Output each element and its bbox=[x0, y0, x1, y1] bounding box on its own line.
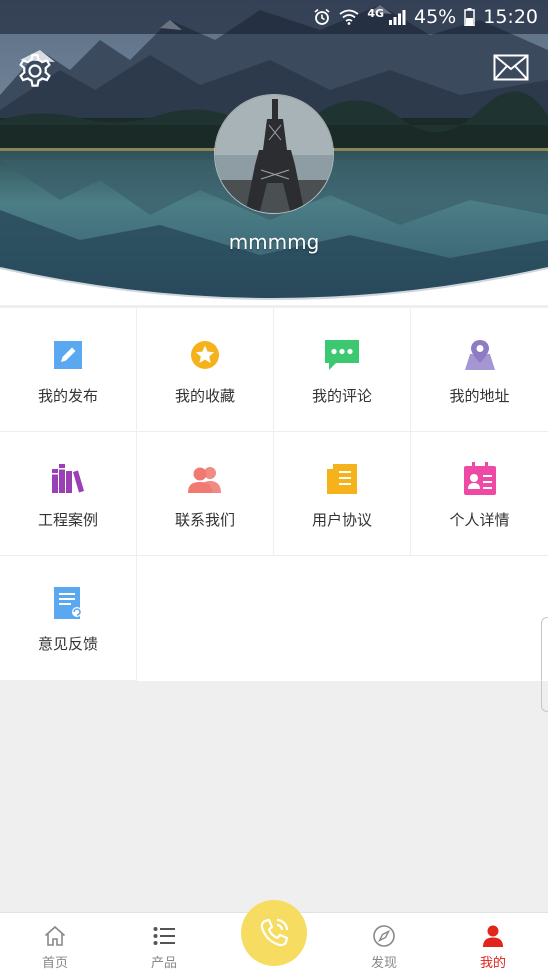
menu-item-label: 工程案例 bbox=[37, 511, 98, 529]
eiffel-tower-photo bbox=[215, 95, 333, 213]
person-icon bbox=[483, 925, 503, 947]
tab-mine[interactable]: 我的 bbox=[438, 913, 548, 979]
battery-icon bbox=[464, 8, 475, 26]
comment-icon bbox=[325, 340, 359, 370]
menu-item-contact-us[interactable]: 联系我们 bbox=[137, 432, 274, 556]
avatar[interactable] bbox=[214, 94, 334, 214]
tab-label: 产品 bbox=[150, 956, 177, 971]
id-card-icon bbox=[463, 462, 496, 495]
tab-discover[interactable]: 发现 bbox=[329, 913, 439, 979]
menu-item-label: 个人详情 bbox=[449, 511, 510, 529]
pencil-icon bbox=[54, 341, 82, 369]
signal-icon bbox=[388, 9, 406, 25]
menu-item-feedback[interactable]: 意见反馈 bbox=[0, 556, 137, 681]
clock: 15:20 bbox=[483, 6, 538, 28]
menu-item-favorites[interactable]: 我的收藏 bbox=[137, 308, 274, 432]
star-icon bbox=[191, 341, 219, 369]
tab-label: 我的 bbox=[479, 956, 506, 971]
tab-label: 发现 bbox=[370, 956, 397, 971]
menu-item-address[interactable]: 我的地址 bbox=[411, 308, 548, 432]
envelope-icon bbox=[493, 54, 529, 81]
menu-item-my-posts[interactable]: 我的发布 bbox=[0, 308, 137, 432]
contacts-icon bbox=[188, 467, 221, 493]
profile-header: 4G 45% 15:20 mmmmg bbox=[0, 0, 548, 305]
menu-grid: 我的发布 我的收藏 我的评论 我的地址 工程案例 联系我们 用户协议 个人详情 … bbox=[0, 308, 548, 681]
tab-home[interactable]: 首页 bbox=[0, 913, 110, 979]
gear-icon bbox=[19, 53, 51, 87]
menu-item-comments[interactable]: 我的评论 bbox=[274, 308, 411, 432]
menu-item-profile-details[interactable]: 个人详情 bbox=[411, 432, 548, 556]
network-type: 4G bbox=[367, 7, 384, 20]
compass-icon bbox=[373, 925, 395, 947]
call-button[interactable] bbox=[241, 900, 307, 966]
menu-item-cases[interactable]: 工程案例 bbox=[0, 432, 137, 556]
username: mmmmg bbox=[228, 230, 320, 254]
home-icon bbox=[44, 925, 66, 946]
status-bar: 4G 45% 15:20 bbox=[0, 0, 548, 34]
menu-item-label: 我的发布 bbox=[37, 387, 98, 405]
menu-item-label: 联系我们 bbox=[174, 511, 235, 529]
menu-item-label: 我的评论 bbox=[311, 387, 372, 405]
books-icon bbox=[52, 464, 84, 493]
menu-item-label: 我的收藏 bbox=[174, 387, 235, 405]
menu-item-label: 意见反馈 bbox=[37, 635, 98, 653]
phone-icon bbox=[260, 918, 289, 947]
settings-button[interactable] bbox=[16, 52, 54, 90]
wifi-icon bbox=[339, 9, 359, 25]
edge-panel-handle[interactable] bbox=[541, 617, 548, 712]
menu-item-user-agreement[interactable]: 用户协议 bbox=[274, 432, 411, 556]
alarm-icon bbox=[313, 8, 331, 26]
agreement-icon bbox=[327, 464, 357, 494]
map-pin-icon bbox=[464, 340, 495, 370]
menu-item-label: 用户协议 bbox=[311, 511, 372, 529]
messages-button[interactable] bbox=[493, 54, 529, 82]
tab-products[interactable]: 产品 bbox=[109, 913, 219, 979]
feedback-icon bbox=[54, 587, 82, 619]
tab-label: 首页 bbox=[41, 956, 68, 971]
battery-percent: 45% bbox=[414, 6, 457, 28]
menu-item-label: 我的地址 bbox=[449, 387, 510, 405]
list-icon bbox=[153, 927, 175, 945]
